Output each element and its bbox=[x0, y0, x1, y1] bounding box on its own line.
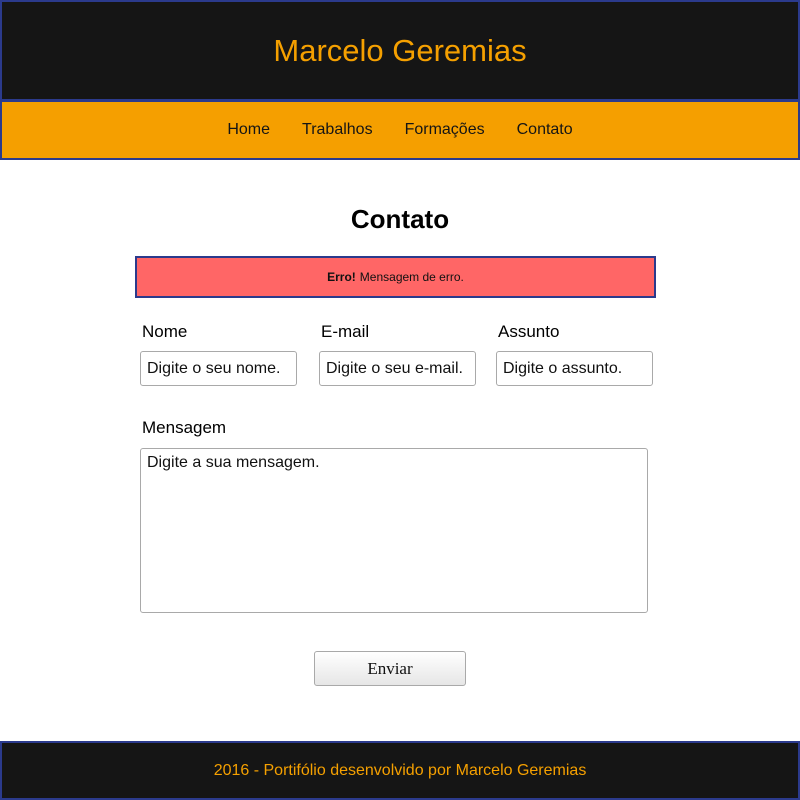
site-header: Marcelo Geremias bbox=[0, 0, 800, 101]
email-label: E-mail bbox=[321, 322, 370, 341]
error-alert-message: Mensagem de erro. bbox=[359, 270, 464, 284]
page-title: Contato bbox=[350, 204, 450, 234]
email-input[interactable] bbox=[319, 351, 476, 386]
subject-label: Assunto bbox=[498, 322, 560, 341]
name-label: Nome bbox=[142, 322, 188, 341]
site-footer: 2016 - Portifólio desenvolvido por Marce… bbox=[0, 741, 800, 800]
site-title: Marcelo Geremias bbox=[273, 32, 527, 68]
nav-item-home[interactable]: Home bbox=[211, 121, 286, 139]
error-alert: Erro! Mensagem de erro. bbox=[135, 256, 656, 298]
subject-input[interactable] bbox=[496, 351, 653, 386]
main-nav: Home Trabalhos Formações Contato bbox=[0, 100, 800, 160]
message-label: Mensagem bbox=[142, 418, 227, 437]
nav-item-trabalhos[interactable]: Trabalhos bbox=[286, 121, 389, 139]
error-alert-strong: Erro! bbox=[327, 270, 356, 284]
nav-item-formacoes[interactable]: Formações bbox=[389, 121, 501, 139]
name-input[interactable] bbox=[140, 351, 297, 386]
message-textarea[interactable] bbox=[140, 448, 648, 613]
nav-item-contato[interactable]: Contato bbox=[501, 121, 589, 139]
footer-text: 2016 - Portifólio desenvolvido por Marce… bbox=[213, 761, 587, 779]
submit-button[interactable]: Enviar bbox=[314, 651, 466, 686]
